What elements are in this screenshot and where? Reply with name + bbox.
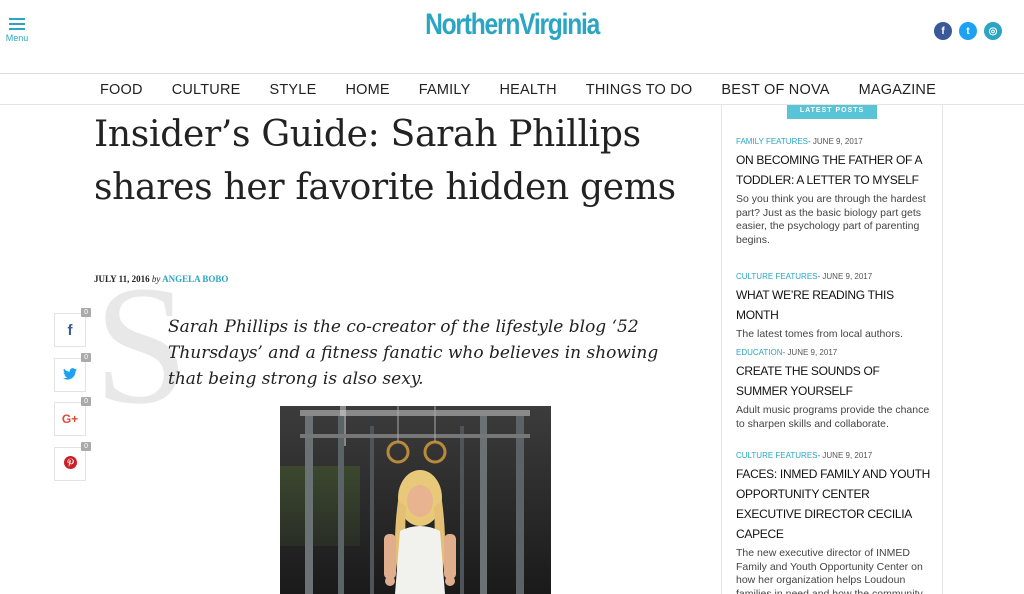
post-excerpt: So you think you are through the hardest… <box>736 193 926 246</box>
nav-item-health[interactable]: HEALTH <box>485 75 571 104</box>
post-date: - JUNE 9, 2017 <box>817 451 873 460</box>
post-date: - JUNE 9, 2017 <box>782 348 838 357</box>
facebook-icon: f <box>67 321 73 339</box>
sidebar-post: FAMILY FEATURES- JUNE 9, 2017 ON BECOMIN… <box>736 137 932 247</box>
google-plus-icon: G+ <box>61 412 79 426</box>
nav-item-style[interactable]: STYLE <box>255 75 331 104</box>
post-headline[interactable]: FACES: INMED FAMILY AND YOUTH OPPORTUNIT… <box>736 464 932 544</box>
twitter-icon <box>63 367 77 384</box>
share-count: 0 <box>81 442 91 451</box>
post-headline[interactable]: ON BECOMING THE FATHER OF A TODDLER: A L… <box>736 150 932 190</box>
post-meta: CULTURE FEATURES- JUNE 9, 2017 <box>736 451 932 460</box>
article-photo <box>280 406 551 594</box>
nav-item-family[interactable]: FAMILY <box>404 75 485 104</box>
nav-item-magazine[interactable]: MAGAZINE <box>844 75 950 104</box>
post-date: - JUNE 9, 2017 <box>808 137 863 146</box>
share-count: 0 <box>81 308 91 317</box>
twitter-icon[interactable]: t <box>959 22 977 40</box>
latest-posts-sidebar: LATEST POSTS FAMILY FEATURES- JUNE 9, 20… <box>721 105 943 594</box>
nav-item-things-to-do[interactable]: THINGS TO DO <box>571 75 707 104</box>
main-nav: FOOD CULTURE STYLE HOME FAMILY HEALTH TH… <box>0 75 1024 105</box>
latest-posts-badge: LATEST POSTS <box>787 105 877 119</box>
social-links: f t ◎ <box>934 22 1002 40</box>
sidebar-post: CULTURE FEATURES- JUNE 9, 2017 WHAT WE’R… <box>736 272 932 342</box>
share-twitter-button[interactable]: 0 <box>54 353 91 392</box>
post-category[interactable]: CULTURE FEATURES <box>736 451 818 460</box>
post-category[interactable]: EDUCATION <box>736 348 783 357</box>
site-header: Menu NorthernVirginia f t ◎ <box>0 0 1024 74</box>
post-meta: CULTURE FEATURES- JUNE 9, 2017 <box>736 272 932 281</box>
share-count: 0 <box>81 353 91 362</box>
post-headline[interactable]: WHAT WE’RE READING THIS MONTH <box>736 285 932 325</box>
post-excerpt: Adult music programs provide the chance … <box>736 404 930 430</box>
pinterest-icon <box>63 455 77 473</box>
post-excerpt: The new executive director of INMED Fami… <box>736 547 923 594</box>
nav-item-home[interactable]: HOME <box>331 75 404 104</box>
nav-item-best-of-nova[interactable]: BEST OF NOVA <box>707 75 844 104</box>
share-google-plus-button[interactable]: G+ 0 <box>54 397 91 436</box>
facebook-icon[interactable]: f <box>934 22 952 40</box>
share-count: 0 <box>81 397 91 406</box>
post-category[interactable]: CULTURE FEATURES <box>736 272 818 281</box>
share-facebook-button[interactable]: f 0 <box>54 308 91 347</box>
post-date: - JUNE 9, 2017 <box>817 272 873 281</box>
site-logo[interactable]: NorthernVirginia <box>0 8 1024 42</box>
article-lede: Sarah Phillips is the co-creator of the … <box>168 317 659 389</box>
post-category[interactable]: FAMILY FEATURES <box>736 137 808 146</box>
nav-item-food[interactable]: FOOD <box>86 75 158 104</box>
post-headline[interactable]: CREATE THE SOUNDS OF SUMMER YOURSELF <box>736 361 932 401</box>
sidebar-post: EDUCATION- JUNE 9, 2017 CREATE THE SOUND… <box>736 348 932 431</box>
post-meta: EDUCATION- JUNE 9, 2017 <box>736 348 932 357</box>
article-title: Insider’s Guide: Sarah Phillips shares h… <box>94 114 676 208</box>
sidebar-post: CULTURE FEATURES- JUNE 9, 2017 FACES: IN… <box>736 451 932 594</box>
nav-item-culture[interactable]: CULTURE <box>157 75 255 104</box>
instagram-icon[interactable]: ◎ <box>984 22 1002 40</box>
gym-photo-illustration <box>280 406 551 594</box>
share-pinterest-button[interactable]: 0 <box>54 442 91 481</box>
post-excerpt: The latest tomes from local authors. <box>736 328 903 340</box>
post-meta: FAMILY FEATURES- JUNE 9, 2017 <box>736 137 932 146</box>
